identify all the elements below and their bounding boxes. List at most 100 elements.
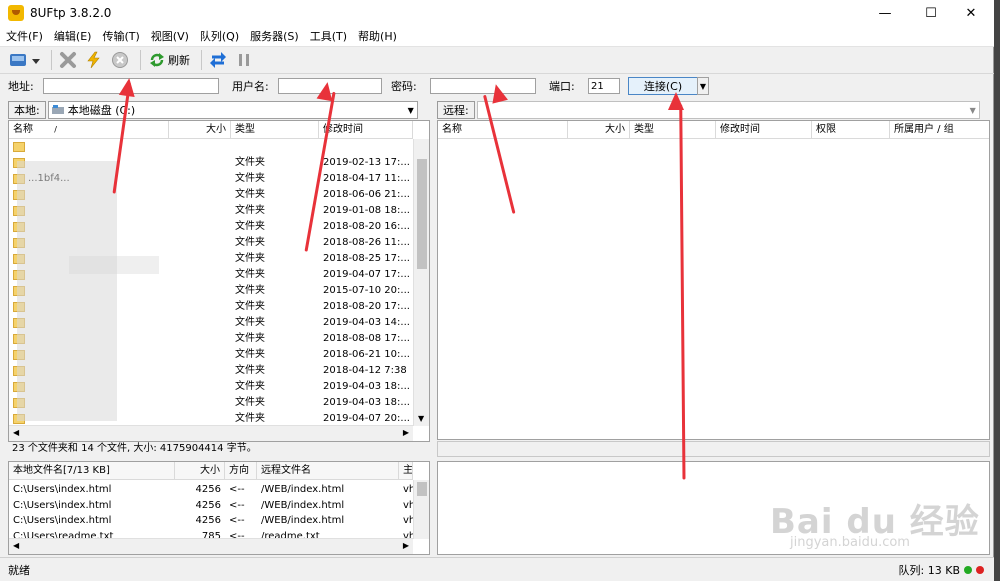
status-text: 就绪 [8,563,30,577]
local-status: 23 个文件夹和 14 个文件, 大小: 4175904414 字节。 [12,443,257,454]
local-list-header: 名称 / 大小 类型 修改时间 [9,121,413,139]
app-logo-icon [8,5,24,21]
cell-host: vhc [403,499,413,511]
toolbar: 刷新 [0,46,994,74]
column-header-remote-file[interactable]: 远程文件名 [257,462,399,479]
column-header-size[interactable]: 大小 [169,121,231,138]
menu-tools[interactable]: 工具(T) [310,28,347,44]
queue-row[interactable]: C:\Users\index.html 4256 <-- /WEB/index.htm… [9,482,413,498]
app-window: 8UFtp 3.8.2.0 — ☐ ✕ 文件(F) 编辑(E) 传输(T) 视图… [0,0,994,581]
refresh-button[interactable]: 刷新 [146,49,192,71]
folder-icon [13,142,25,152]
cell-modified: 2019-04-03 18:... [323,381,410,392]
column-header-size[interactable]: 大小 [175,462,225,479]
site-manager-icon [10,54,40,66]
remote-status [437,441,990,457]
queue-horizontal-scrollbar[interactable]: ◀ ▶ [9,538,413,554]
chevron-right-icon[interactable]: ▶ [403,428,409,437]
cell-size [169,347,231,363]
column-header-name[interactable]: 名称 / [9,121,169,138]
remote-tab[interactable]: 远程: [437,101,475,119]
chevron-right-icon[interactable]: ▶ [403,541,409,550]
table-row[interactable] [9,139,413,155]
chevron-left-icon[interactable]: ◀ [13,541,19,550]
chevron-down-icon[interactable]: ▼ [418,414,424,423]
cell-type: 文件夹 [235,253,265,264]
cell-size: 4256 [195,484,221,495]
column-header-owner[interactable]: 所属用户 / 组 [890,121,989,138]
password-input[interactable] [430,78,536,94]
connect-button[interactable]: 连接(C) [628,77,698,95]
cell-size [169,219,231,235]
site-manager-button[interactable] [8,49,42,71]
column-header-type[interactable]: 类型 [231,121,319,138]
menu-edit[interactable]: 编辑(E) [54,28,92,44]
column-header-modified[interactable]: 修改时间 [319,121,413,138]
cell-type: 文件夹 [235,333,265,344]
cell-modified: 2018-06-06 21:... [323,189,410,200]
cell-name [9,139,169,155]
cell-type: 文件夹 [235,269,265,280]
minimize-button[interactable]: — [862,0,908,26]
column-header-type[interactable]: 类型 [630,121,716,138]
port-input[interactable] [588,78,620,94]
column-header-permissions[interactable]: 权限 [812,121,890,138]
close-button[interactable]: ✕ [948,0,994,26]
local-vertical-scrollbar[interactable]: ▼ [413,139,429,426]
pause-button[interactable] [233,49,255,71]
window-title: 8UFtp 3.8.2.0 [30,6,112,20]
cell-host: vhc [403,515,413,526]
local-tab[interactable]: 本地: [8,101,46,119]
port-label: 端口: [549,80,575,93]
local-path-select[interactable]: 本地磁盘 (C:) ▼ [47,101,418,119]
remote-file-list: 名称 大小 类型 修改时间 权限 所属用户 / 组 [437,120,990,440]
cell-modified: 2018-06-21 10:... [323,349,410,360]
menu-help[interactable]: 帮助(H) [358,28,397,44]
column-label: 名称 [13,124,33,135]
drive-icon [51,105,64,114]
cell-local-file: C:\Users\index.html [13,515,112,526]
column-header-direction[interactable]: 方向 [225,462,257,479]
cell-size [169,171,231,187]
scrollbar-thumb[interactable] [417,482,427,496]
column-header-host[interactable]: 主 [399,462,413,479]
transfer-queue-list: 本地文件名[7/13 KB] 大小 方向 远程文件名 主 C:\Users\in… [8,461,430,555]
column-header-size[interactable]: 大小 [568,121,630,138]
menu-file[interactable]: 文件(F) [6,28,43,44]
cell-type: 文件夹 [235,285,265,296]
stop-button[interactable] [109,49,131,71]
queue-row[interactable]: C:\Users\index.html 4256 <-- /WEB/index.htm… [9,513,413,529]
cell-size [169,203,231,219]
stop-icon [112,52,128,68]
cell-size [169,267,231,283]
connect-dropdown-button[interactable]: ▼ [697,77,709,95]
sync-icon [210,52,226,68]
sync-button[interactable] [207,49,229,71]
menu-view[interactable]: 视图(V) [151,28,189,44]
chevron-down-icon: ▼ [699,81,707,91]
queue-row[interactable]: C:\Users\index.html 4256 <-- /WEB/index.htm… [9,498,413,514]
menu-queue[interactable]: 队列(Q) [200,28,239,44]
cell-modified: 2019-04-03 18:... [323,397,410,408]
quick-connect-button[interactable] [83,49,105,71]
queue-vertical-scrollbar[interactable] [413,480,429,539]
column-header-local-file[interactable]: 本地文件名[7/13 KB] [9,462,175,479]
cell-type: 文件夹 [235,365,265,376]
local-horizontal-scrollbar[interactable]: ◀ ▶ [9,425,413,441]
toolbar-separator [140,50,141,70]
chevron-left-icon[interactable]: ◀ [13,428,19,437]
scrollbar-thumb[interactable] [417,159,427,269]
cell-modified: 2018-04-17 11:... [323,173,410,184]
cell-type: 文件夹 [235,221,265,232]
background-desktop [994,0,1000,581]
menu-server[interactable]: 服务器(S) [250,28,299,44]
column-header-name[interactable]: 名称 [438,121,568,138]
remote-path-bar: 远程: ▼ [437,100,990,120]
cell-type: 文件夹 [235,205,265,216]
cell-modified: 2019-04-03 14:... [323,317,410,328]
menu-transfer[interactable]: 传输(T) [102,28,139,44]
column-header-modified[interactable]: 修改时间 [716,121,812,138]
cell-modified: 2018-04-12 7:38 [323,365,407,376]
disconnect-button[interactable] [57,49,79,71]
remote-path-select[interactable]: ▼ [476,101,980,119]
